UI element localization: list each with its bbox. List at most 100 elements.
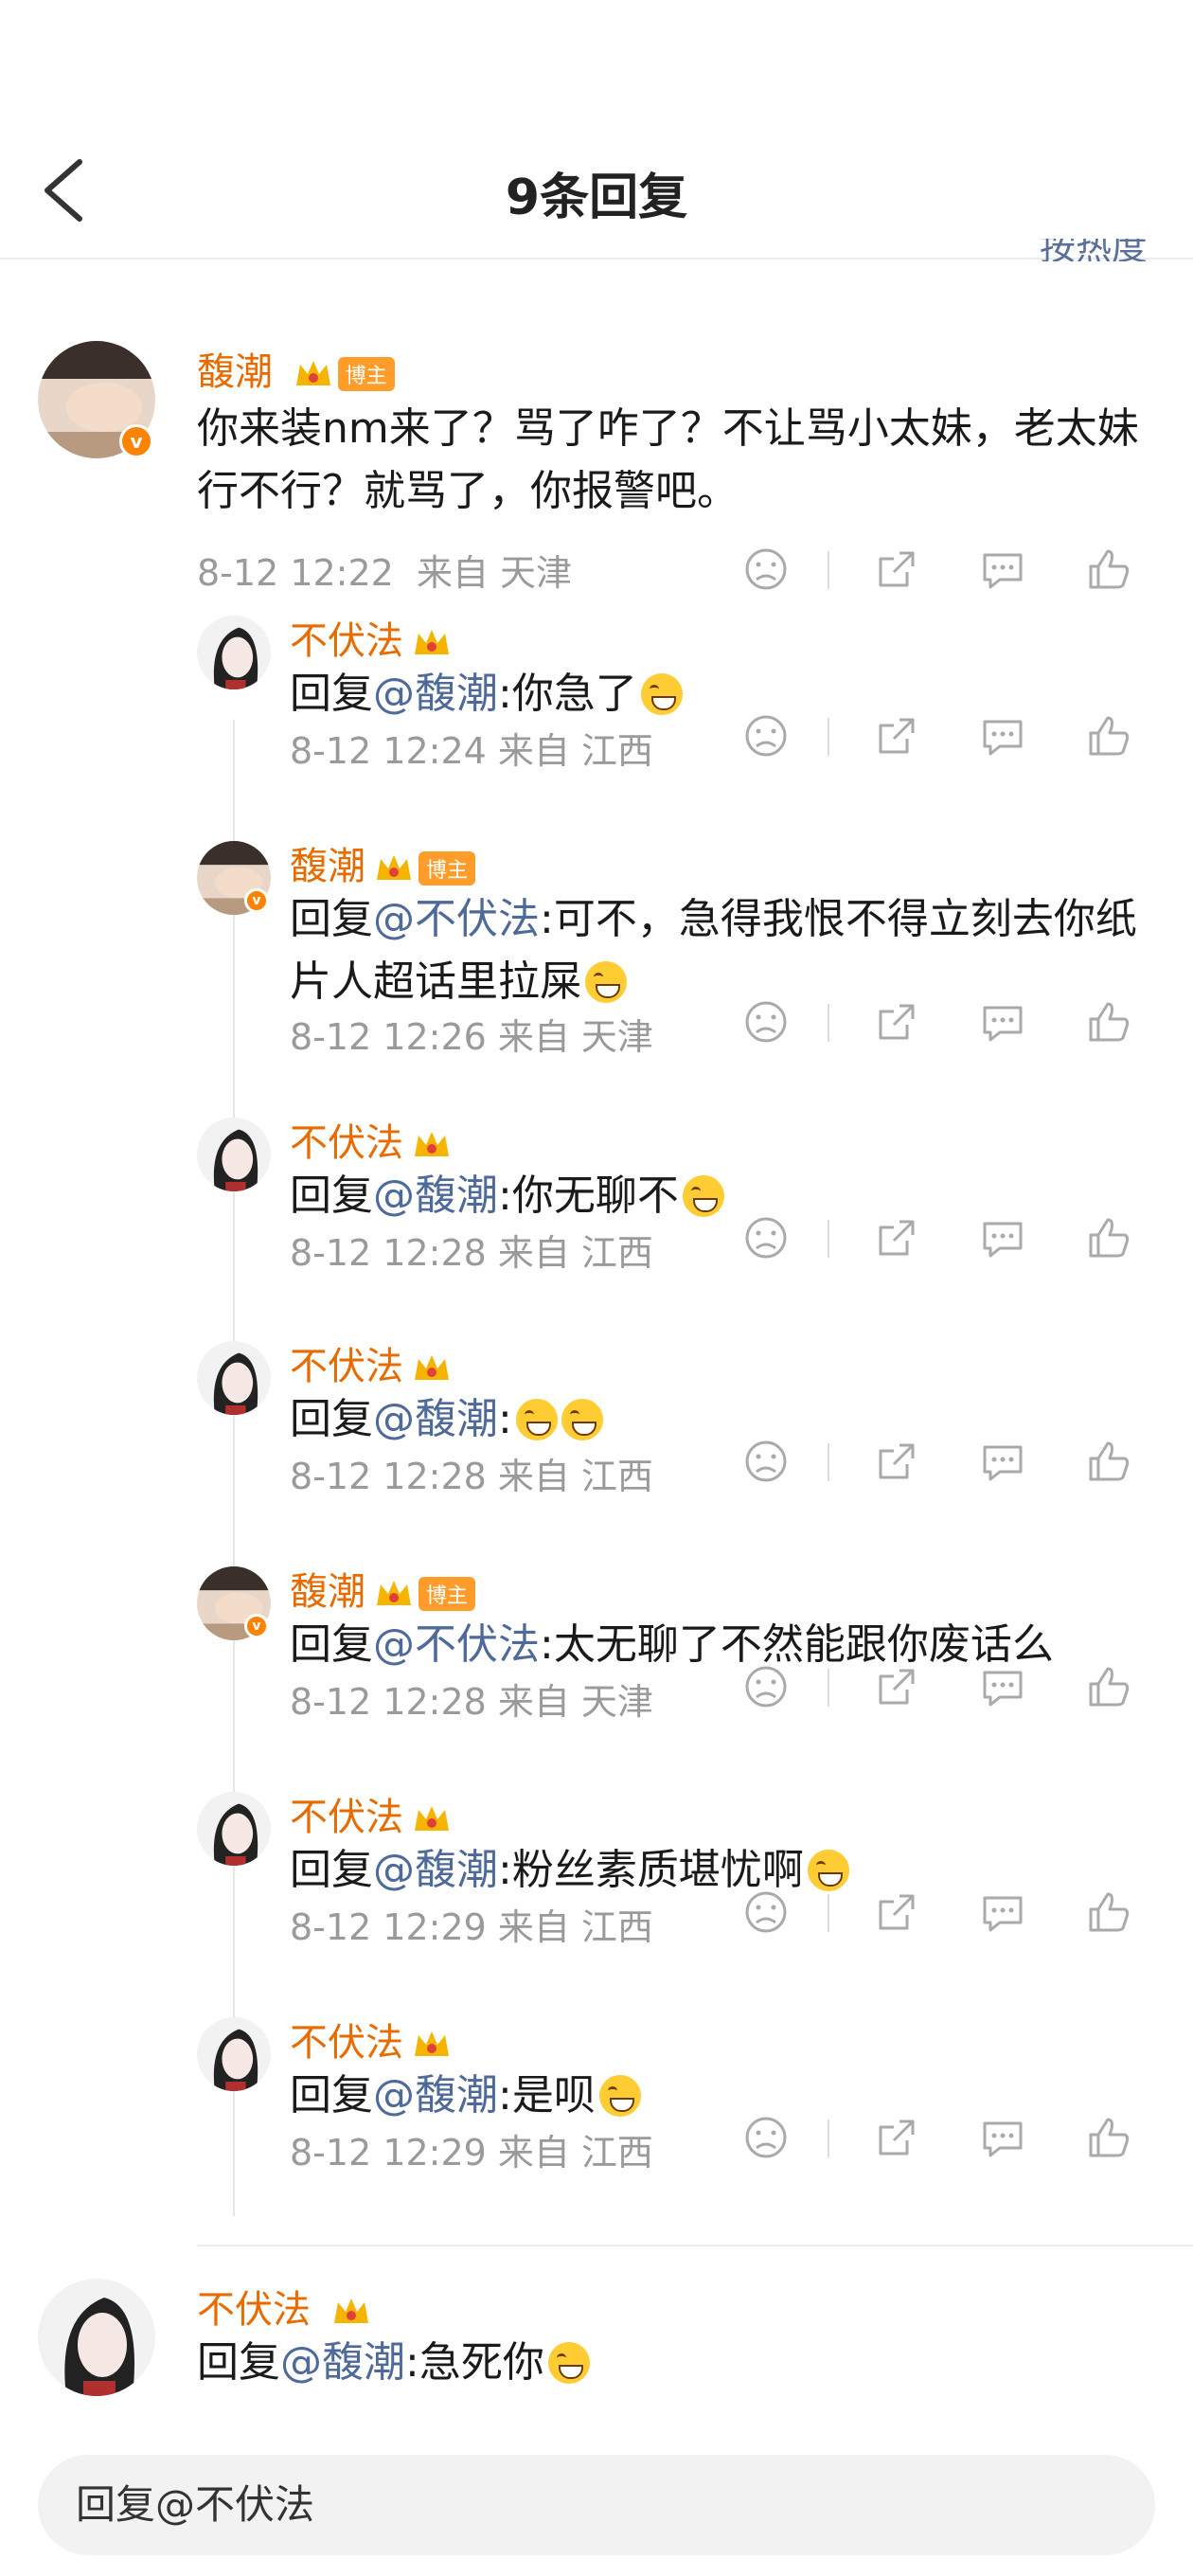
reply-item: 不伏法 回复@馥潮:是呗 8-12 12:29 来自 江西 (0, 2017, 1193, 2174)
location: 来自 江西 (497, 1906, 653, 1948)
location: 来自 江西 (497, 2132, 653, 2174)
reply-item: v 馥潮 博主 回复@不伏法:可不，急得我恨不得立刻去你纸片人超话里拉屎 8-12 12… (0, 841, 1193, 1058)
share-icon[interactable] (871, 996, 922, 1047)
crown-icon (295, 361, 330, 385)
dislike-icon[interactable] (740, 1661, 792, 1712)
mention-link[interactable]: @馥潮 (280, 2338, 405, 2387)
share-icon[interactable] (871, 1661, 922, 1712)
reply-item: 不伏法 回复@馥潮: 8-12 12:28 来自 江西 (0, 1341, 1193, 1497)
dislike-icon[interactable] (740, 1887, 792, 1938)
emoji-laugh-icon (547, 2342, 590, 2384)
mention-link[interactable]: @馥潮 (373, 1395, 498, 1443)
username[interactable]: 不伏法 (197, 2288, 311, 2332)
bottom-comment: 不伏法 回复@馥潮:急死你 (0, 2279, 1193, 2421)
blogger-badge: 博主 (418, 851, 476, 886)
emoji-laugh-icon (682, 1175, 724, 1217)
username[interactable]: 不伏法 (290, 1345, 403, 1388)
username[interactable]: 不伏法 (290, 1796, 403, 1839)
sort-toggle[interactable]: 按热度 (1040, 239, 1148, 261)
share-icon[interactable] (871, 544, 922, 595)
crown-icon (377, 855, 411, 880)
comment-icon[interactable] (977, 996, 1028, 1047)
reply-input[interactable]: 回复@不伏法 (38, 2455, 1155, 2555)
share-icon[interactable] (871, 2112, 922, 2163)
like-icon[interactable] (1083, 1887, 1134, 1938)
like-icon[interactable] (1083, 544, 1134, 595)
avatar[interactable] (197, 1792, 271, 1866)
comment-actions (740, 544, 1138, 595)
avatar[interactable] (38, 2279, 155, 2396)
emoji-laugh-icon (598, 2075, 641, 2117)
comment-icon[interactable] (977, 1436, 1028, 1487)
crown-icon (415, 1355, 449, 1380)
username[interactable]: 不伏法 (290, 1121, 403, 1165)
location: 来自 江西 (497, 730, 653, 772)
mention-link[interactable]: @馥潮 (373, 1846, 498, 1894)
emoji-laugh-icon (585, 961, 627, 1003)
timestamp: 8-12 12:26 (290, 1016, 487, 1058)
mention-link[interactable]: @不伏法 (373, 1620, 540, 1669)
share-icon[interactable] (871, 1887, 922, 1938)
like-icon[interactable] (1083, 710, 1134, 761)
avatar[interactable] (197, 1118, 271, 1191)
mention-link[interactable]: @馥潮 (373, 1172, 498, 1220)
verified-icon: v (244, 1614, 269, 1638)
dislike-icon[interactable] (740, 1212, 792, 1263)
username[interactable]: 馥潮 (197, 350, 273, 394)
location: 来自 天津 (497, 1016, 653, 1058)
reply-actions (740, 1661, 1138, 1712)
timestamp: 8-12 12:28 (290, 1681, 487, 1723)
like-icon[interactable] (1083, 996, 1134, 1047)
reply-actions (740, 996, 1138, 1047)
share-icon[interactable] (871, 1212, 922, 1263)
divider (197, 2245, 1193, 2246)
dislike-icon[interactable] (740, 2112, 792, 2163)
crown-icon (377, 1581, 411, 1605)
like-icon[interactable] (1083, 2112, 1134, 2163)
dislike-icon[interactable] (740, 544, 792, 595)
comment-icon[interactable] (977, 1887, 1028, 1938)
avatar[interactable] (197, 616, 271, 689)
dislike-icon[interactable] (740, 1436, 792, 1487)
reply-text: 回复@不伏法:可不，急得我恨不得立刻去你纸片人超话里拉屎 (290, 895, 1137, 1006)
share-icon[interactable] (871, 710, 922, 761)
username[interactable]: 不伏法 (290, 2021, 403, 2065)
comment-icon[interactable] (977, 544, 1028, 595)
like-icon[interactable] (1083, 1212, 1134, 1263)
blogger-badge: 博主 (337, 357, 395, 391)
location: 来自 江西 (497, 1232, 653, 1274)
like-icon[interactable] (1083, 1661, 1134, 1712)
reply-item: 不伏法 回复@馥潮:你急了 8-12 12:24 来自 江西 (0, 616, 1193, 772)
comment-icon[interactable] (977, 1212, 1028, 1263)
mention-link[interactable]: @馥潮 (373, 2071, 498, 2120)
avatar[interactable] (197, 2017, 271, 2091)
reply-actions (740, 1887, 1138, 1938)
username[interactable]: 馥潮 (290, 845, 365, 888)
avatar[interactable] (197, 1341, 271, 1415)
comment-icon[interactable] (977, 710, 1028, 761)
like-icon[interactable] (1083, 1436, 1134, 1487)
timestamp: 8-12 12:28 (290, 1232, 487, 1274)
comment-icon[interactable] (977, 1661, 1028, 1712)
timestamp: 8-12 12:22 (197, 552, 394, 594)
dislike-icon[interactable] (740, 996, 792, 1047)
dislike-icon[interactable] (740, 710, 792, 761)
share-icon[interactable] (871, 1436, 922, 1487)
reply-item: v 馥潮 博主 回复@不伏法:太无聊了不然能跟你废话么 8-12 12:28 来自 天津 (0, 1566, 1193, 1723)
page-title: 9条回复 (505, 170, 688, 226)
reply-actions (740, 1436, 1138, 1487)
reply-item: 不伏法 回复@馥潮:粉丝素质堪忧啊 8-12 12:29 来自 江西 (0, 1792, 1193, 1948)
comment-text: 回复@馥潮:急死你 (197, 2332, 1144, 2394)
emoji-laugh-icon (561, 1399, 603, 1440)
mention-link[interactable]: @馥潮 (373, 670, 498, 718)
username[interactable]: 不伏法 (290, 619, 403, 663)
emoji-laugh-icon (640, 673, 683, 715)
username[interactable]: 馥潮 (290, 1570, 365, 1614)
mention-link[interactable]: @不伏法 (373, 895, 540, 943)
location: 来自 天津 (497, 1681, 653, 1723)
main-comment: v 馥潮 博主 你来装nm来了？骂了咋了？不让骂小太妹，老太妹行不行？就骂了，你… (0, 341, 1193, 606)
crown-icon (415, 630, 449, 654)
reply-actions (740, 1212, 1138, 1263)
location: 来自 江西 (497, 1456, 653, 1497)
comment-icon[interactable] (977, 2112, 1028, 2163)
